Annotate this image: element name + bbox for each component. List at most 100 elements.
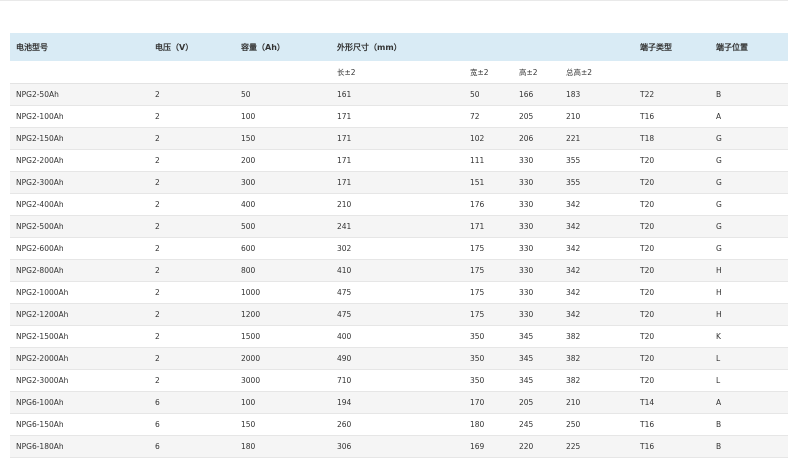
cell-terminal-position: H bbox=[710, 281, 789, 304]
cell-height: 205 bbox=[513, 105, 560, 128]
cell-total-height: 382 bbox=[560, 347, 635, 370]
cell-model: NPG2-100Ah bbox=[10, 105, 149, 128]
cell-width: 350 bbox=[464, 347, 513, 370]
cell-capacity: 1200 bbox=[235, 303, 331, 326]
cell-length: 400 bbox=[331, 325, 464, 348]
cell-total-height: 183 bbox=[560, 83, 635, 106]
cell-height: 345 bbox=[513, 325, 560, 348]
cell-terminal-type: T20 bbox=[634, 303, 711, 326]
cell-capacity: 2000 bbox=[235, 347, 331, 370]
subheader-empty bbox=[634, 61, 711, 84]
cell-terminal-type: T16 bbox=[634, 435, 711, 458]
table-row: NPG2-600Ah 2 600 302 175 330 342 T20 G bbox=[10, 237, 789, 260]
cell-length: 241 bbox=[331, 215, 464, 238]
battery-spec-table-container: 电池型号 电压（V） 容量（Ah） 外形尺寸（mm） 端子类型 端子位置 长±2… bbox=[10, 33, 789, 458]
right-edge bbox=[788, 0, 800, 453]
cell-model: NPG2-50Ah bbox=[10, 83, 149, 106]
battery-spec-table: 电池型号 电压（V） 容量（Ah） 外形尺寸（mm） 端子类型 端子位置 长±2… bbox=[10, 33, 789, 458]
cell-total-height: 225 bbox=[560, 435, 635, 458]
cell-voltage: 2 bbox=[149, 105, 235, 128]
cell-terminal-type: T20 bbox=[634, 259, 711, 282]
cell-height: 330 bbox=[513, 193, 560, 216]
cell-voltage: 2 bbox=[149, 259, 235, 282]
header-voltage: 电压（V） bbox=[149, 33, 235, 61]
subheader-empty bbox=[149, 61, 235, 84]
cell-terminal-type: T14 bbox=[634, 391, 711, 414]
cell-voltage: 2 bbox=[149, 369, 235, 392]
cell-length: 490 bbox=[331, 347, 464, 370]
table-row: NPG2-150Ah 2 150 171 102 206 221 T18 G bbox=[10, 127, 789, 150]
cell-total-height: 342 bbox=[560, 259, 635, 282]
cell-model: NPG2-1200Ah bbox=[10, 303, 149, 326]
cell-total-height: 342 bbox=[560, 237, 635, 260]
cell-terminal-position: B bbox=[710, 435, 789, 458]
cell-voltage: 6 bbox=[149, 391, 235, 414]
table-row: NPG6-100Ah 6 100 194 170 205 210 T14 A bbox=[10, 391, 789, 414]
cell-height: 205 bbox=[513, 391, 560, 414]
cell-terminal-position: G bbox=[710, 127, 789, 150]
table-body: NPG2-50Ah 2 50 161 50 166 183 T22 B NPG2-100Ah 2 10… bbox=[10, 83, 789, 458]
cell-terminal-position: G bbox=[710, 149, 789, 172]
header-capacity: 容量（Ah） bbox=[235, 33, 331, 61]
header-dimensions: 外形尺寸（mm） bbox=[331, 33, 635, 61]
cell-length: 302 bbox=[331, 237, 464, 260]
cell-width: 102 bbox=[464, 127, 513, 150]
cell-width: 72 bbox=[464, 105, 513, 128]
cell-capacity: 400 bbox=[235, 193, 331, 216]
cell-voltage: 2 bbox=[149, 193, 235, 216]
cell-capacity: 180 bbox=[235, 435, 331, 458]
cell-width: 175 bbox=[464, 303, 513, 326]
table-row: NPG2-1500Ah 2 1500 400 350 345 382 T20 K bbox=[10, 325, 789, 348]
table-row: NPG6-180Ah 6 180 306 169 220 225 T16 B bbox=[10, 435, 789, 458]
table-row: NPG2-1200Ah 2 1200 475 175 330 342 T20 H bbox=[10, 303, 789, 326]
cell-height: 206 bbox=[513, 127, 560, 150]
cell-total-height: 355 bbox=[560, 149, 635, 172]
cell-length: 171 bbox=[331, 127, 464, 150]
cell-capacity: 800 bbox=[235, 259, 331, 282]
cell-width: 350 bbox=[464, 369, 513, 392]
cell-terminal-position: H bbox=[710, 259, 789, 282]
cell-height: 245 bbox=[513, 413, 560, 436]
cell-model: NPG2-1500Ah bbox=[10, 325, 149, 348]
cell-voltage: 2 bbox=[149, 127, 235, 150]
cell-length: 171 bbox=[331, 171, 464, 194]
cell-voltage: 2 bbox=[149, 347, 235, 370]
cell-capacity: 300 bbox=[235, 171, 331, 194]
cell-total-height: 382 bbox=[560, 369, 635, 392]
cell-length: 410 bbox=[331, 259, 464, 282]
cell-length: 171 bbox=[331, 105, 464, 128]
cell-length: 306 bbox=[331, 435, 464, 458]
table-row: NPG2-800Ah 2 800 410 175 330 342 T20 H bbox=[10, 259, 789, 282]
cell-width: 176 bbox=[464, 193, 513, 216]
cell-terminal-type: T20 bbox=[634, 325, 711, 348]
cell-width: 50 bbox=[464, 83, 513, 106]
subheader-total-height: 总高±2 bbox=[560, 61, 635, 84]
cell-voltage: 2 bbox=[149, 281, 235, 304]
cell-model: NPG6-100Ah bbox=[10, 391, 149, 414]
cell-voltage: 2 bbox=[149, 325, 235, 348]
cell-terminal-position: L bbox=[710, 347, 789, 370]
table-row: NPG6-150Ah 6 150 260 180 245 250 T16 B bbox=[10, 413, 789, 436]
cell-voltage: 2 bbox=[149, 149, 235, 172]
cell-capacity: 1500 bbox=[235, 325, 331, 348]
subheader-empty bbox=[710, 61, 789, 84]
cell-terminal-type: T20 bbox=[634, 171, 711, 194]
cell-total-height: 250 bbox=[560, 413, 635, 436]
cell-terminal-position: G bbox=[710, 171, 789, 194]
cell-height: 330 bbox=[513, 149, 560, 172]
cell-length: 161 bbox=[331, 83, 464, 106]
cell-terminal-position: A bbox=[710, 391, 789, 414]
table-row: NPG2-500Ah 2 500 241 171 330 342 T20 G bbox=[10, 215, 789, 238]
cell-terminal-type: T20 bbox=[634, 237, 711, 260]
cell-voltage: 6 bbox=[149, 435, 235, 458]
cell-capacity: 100 bbox=[235, 391, 331, 414]
cell-height: 330 bbox=[513, 215, 560, 238]
cell-width: 171 bbox=[464, 215, 513, 238]
cell-width: 111 bbox=[464, 149, 513, 172]
cell-terminal-type: T16 bbox=[634, 105, 711, 128]
cell-voltage: 2 bbox=[149, 303, 235, 326]
table-header-row: 电池型号 电压（V） 容量（Ah） 外形尺寸（mm） 端子类型 端子位置 bbox=[10, 33, 789, 61]
cell-model: NPG2-200Ah bbox=[10, 149, 149, 172]
cell-width: 169 bbox=[464, 435, 513, 458]
cell-length: 710 bbox=[331, 369, 464, 392]
